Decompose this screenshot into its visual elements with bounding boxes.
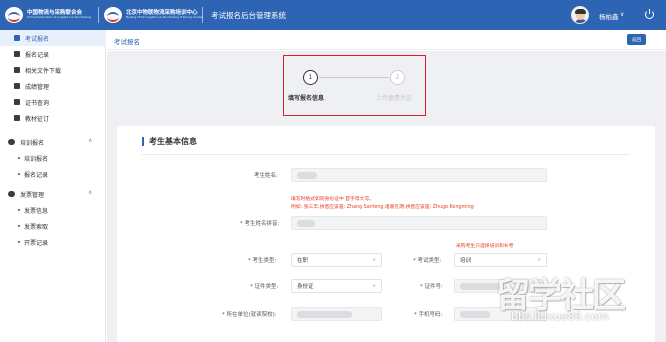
section-divider xyxy=(142,154,630,155)
pinyin-input[interactable] xyxy=(291,216,547,230)
sidebar-group-invoice[interactable]: 发票管理 ∧ xyxy=(0,186,106,202)
name-input[interactable] xyxy=(291,168,547,182)
chevron-down-icon: ∨ xyxy=(537,257,541,263)
return-button[interactable]: 返回 xyxy=(627,34,646,45)
sidebar-item-score-management[interactable]: 成绩管理 xyxy=(0,78,106,94)
redacted-value xyxy=(297,219,315,227)
chevron-up-icon[interactable]: ∧ xyxy=(88,137,92,144)
sidebar-subitem-label: 开票记录 xyxy=(24,239,49,247)
header-divider xyxy=(202,7,203,23)
sidebar-item-exam-registration[interactable]: 考试报名 xyxy=(0,30,106,46)
chevron-down-icon: ∨ xyxy=(372,283,376,289)
sidebar-subitem-training-registration[interactable]: 培训报名 xyxy=(0,150,106,166)
step-1-label: 填写报名信息 xyxy=(288,95,325,102)
user-avatar[interactable] xyxy=(571,6,589,24)
logo1-name-en: China Federation of Logistics & Purchasi… xyxy=(27,15,91,20)
step-2-circle: 2 xyxy=(390,70,405,85)
book-icon xyxy=(14,115,20,121)
sidebar: 考试报名 报名记录 相关文件下载 成绩管理 证书查询 教材征订 培训报名 ∧ 培… xyxy=(0,30,106,342)
sidebar-item-label: 相关文件下载 xyxy=(25,67,62,75)
chevron-down-icon: ∨ xyxy=(372,257,376,263)
sidebar-group-label: 培训报名 xyxy=(20,139,45,147)
id-type-label: * 证件类型: xyxy=(250,284,279,290)
pinyin-label: * 考生姓名拼音: xyxy=(240,221,280,227)
pinyin-example-hint: 例如: 张三丰,拼音应该是: Zhang Sanfeng,诸葛孔明,拼音应该是:… xyxy=(291,205,474,210)
top-header: 中国物流与采购联合会 China Federation of Logistics… xyxy=(0,0,666,30)
sidebar-subitem-label: 发票信息 xyxy=(24,207,49,215)
candidate-type-select[interactable]: 在职 ∨ xyxy=(291,253,382,267)
training-center-logo[interactable]: 北京中物联物流采购培训中心 Beijing CFLP Logistics & P… xyxy=(104,6,203,24)
sidebar-item-registration-records[interactable]: 报名记录 xyxy=(0,46,106,62)
sidebar-item-label: 成绩管理 xyxy=(25,83,50,91)
training-center-logo-icon xyxy=(104,7,122,23)
step-1-circle: 1 xyxy=(303,70,318,85)
employer-input[interactable] xyxy=(291,307,382,321)
sidebar-group-training[interactable]: 培训报名 ∧ xyxy=(0,134,106,150)
cflp-logo-icon xyxy=(5,7,23,23)
sidebar-item-textbook-order[interactable]: 教材征订 xyxy=(0,110,106,126)
logout-power-icon[interactable] xyxy=(645,8,654,19)
cflp-logo[interactable]: 中国物流与采购联合会 China Federation of Logistics… xyxy=(5,6,91,24)
bullet-icon xyxy=(18,241,20,243)
chevron-down-icon[interactable]: ∨ xyxy=(620,11,624,18)
bullet-icon xyxy=(18,209,20,211)
system-title: 考试报名后台管理系统 xyxy=(211,11,286,20)
breadcrumb-bar: 考试报名 返回 xyxy=(107,30,666,50)
breadcrumb[interactable]: 考试报名 xyxy=(114,36,140,46)
sidebar-subitem-invoice-info[interactable]: 发票信息 xyxy=(0,202,106,218)
chevron-up-icon[interactable]: ∧ xyxy=(88,189,92,196)
bullet-icon xyxy=(18,173,20,175)
logo2-name-en: Beijing CFLP Logistics & Purchasing Trai… xyxy=(126,15,203,20)
candidate-type-value: 在职 xyxy=(297,258,309,264)
name-label: 考生姓名: xyxy=(254,173,278,179)
sidebar-item-label: 报名记录 xyxy=(25,51,50,59)
watermark-url: bbs.liuxue86.com xyxy=(511,310,609,323)
sidebar-subitem-training-records[interactable]: 报名记录 xyxy=(0,166,106,182)
sidebar-item-label: 教材征订 xyxy=(25,115,50,123)
sidebar-subitem-label: 培训报名 xyxy=(24,155,49,163)
employer-label: * 所在单位(就读院校): xyxy=(222,312,277,318)
sidebar-item-certificate-query[interactable]: 证书查询 xyxy=(0,94,106,110)
redacted-value xyxy=(297,171,317,179)
exam-type-select[interactable]: 培训 ∨ xyxy=(454,253,547,267)
candidate-type-label: * 考生类型: xyxy=(248,258,277,264)
redacted-value xyxy=(297,310,352,318)
invoice-icon xyxy=(8,191,15,197)
step-2-label: 上传缴费凭证 xyxy=(376,95,413,102)
header-divider xyxy=(98,7,99,23)
sidebar-subitem-invoice-records[interactable]: 开票记录 xyxy=(0,234,106,250)
form-icon xyxy=(14,35,20,41)
sidebar-group-label: 发票管理 xyxy=(20,191,45,199)
redacted-value xyxy=(460,310,490,318)
bullet-icon xyxy=(18,225,20,227)
certificate-icon xyxy=(14,99,20,105)
id-type-select[interactable]: 身份证 ∨ xyxy=(291,279,382,293)
sidebar-subitem-label: 报名记录 xyxy=(24,171,49,179)
exam-type-hint: 采购考生只选择培训和补考 xyxy=(456,244,514,249)
graduation-cap-icon xyxy=(8,139,15,145)
bullet-icon xyxy=(18,157,20,159)
score-icon xyxy=(14,83,20,89)
sidebar-subitem-label: 发票索取 xyxy=(24,223,49,231)
sidebar-item-label: 考试报名 xyxy=(25,35,50,43)
folder-icon xyxy=(14,67,20,73)
username[interactable]: 杨柏鑫 xyxy=(599,11,619,21)
redacted-value xyxy=(460,282,500,290)
sidebar-subitem-invoice-request[interactable]: 发票索取 xyxy=(0,218,106,234)
exam-type-value: 培训 xyxy=(460,258,472,264)
phone-label: * 手机号码: xyxy=(414,312,443,318)
step-connector xyxy=(319,77,389,78)
id-type-value: 身份证 xyxy=(297,284,314,290)
id-number-label: * 证件号: xyxy=(420,284,443,290)
sidebar-item-label: 证书查询 xyxy=(25,99,50,107)
exam-type-label: * 考试类型: xyxy=(413,258,442,264)
step-indicator-highlight xyxy=(283,55,426,116)
section-title: 考生基本信息 xyxy=(142,137,197,146)
record-icon xyxy=(14,51,20,57)
sidebar-item-downloads[interactable]: 相关文件下载 xyxy=(0,62,106,78)
pinyin-format-hint: 填写时格式如同身份证中 首字母大写。 xyxy=(291,197,375,202)
